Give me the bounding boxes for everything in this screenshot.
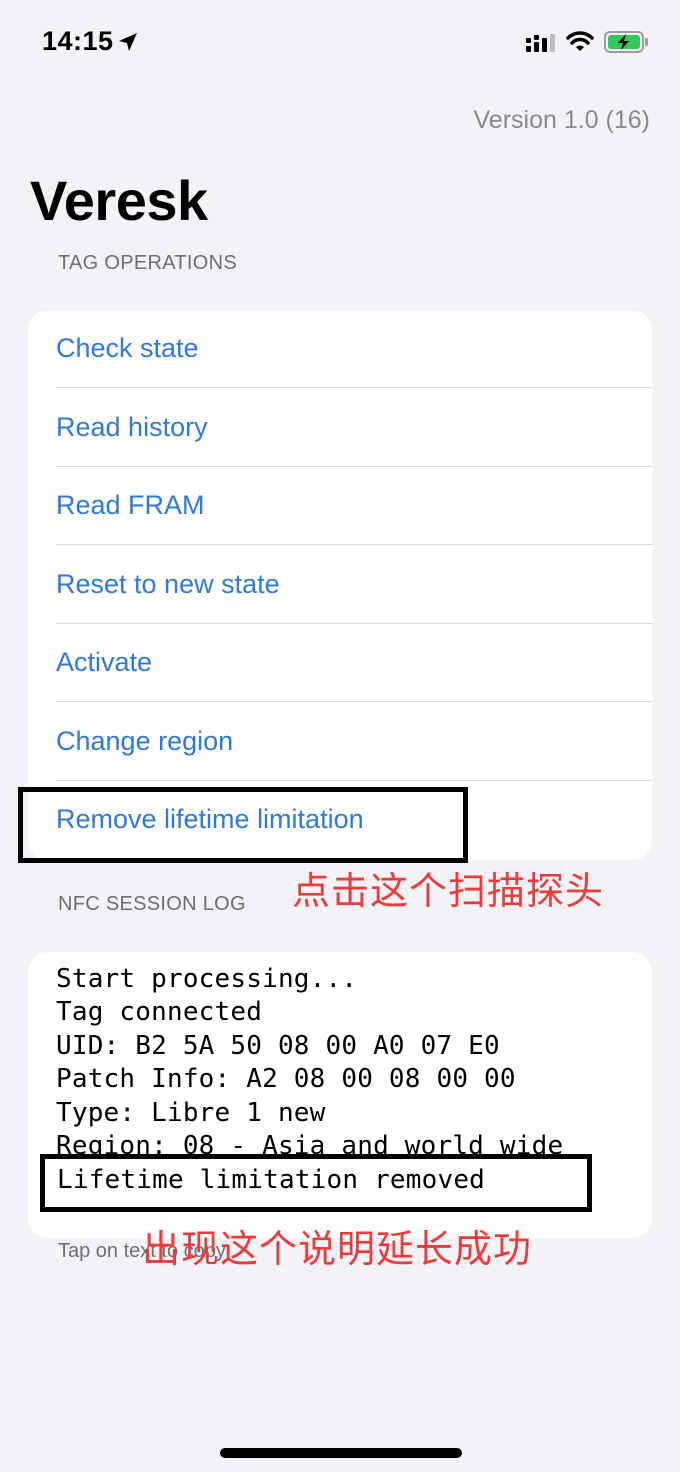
change-region-button[interactable]: Change region	[28, 703, 652, 781]
log-line: Type: Libre 1 new	[56, 1098, 326, 1128]
reset-to-new-state-label: Reset to new state	[56, 569, 280, 599]
check-state-button[interactable]: Check state	[28, 310, 652, 388]
wifi-icon	[566, 31, 594, 51]
annotation-highlight-box	[18, 787, 468, 863]
reset-to-new-state-button[interactable]: Reset to new state	[28, 546, 652, 624]
read-fram-button[interactable]: Read FRAM	[28, 467, 652, 545]
log-line-lifetime-removed: Lifetime limitation removed	[57, 1165, 486, 1195]
log-line: Patch Info: A2 08 00 08 00 00	[56, 1064, 516, 1094]
check-state-label: Check state	[56, 333, 199, 363]
read-history-label: Read history	[56, 412, 208, 442]
activate-label: Activate	[56, 647, 153, 677]
activate-button[interactable]: Activate	[28, 624, 652, 702]
annotation-tap-probe: 点击这个扫描探头	[292, 871, 605, 913]
section-header-tag-operations: TAG OPERATIONS	[58, 252, 238, 274]
log-line: UID: B2 5A 50 08 00 A0 07 E0	[56, 1031, 500, 1061]
divider	[56, 544, 652, 545]
home-indicator[interactable]	[220, 1448, 462, 1458]
change-region-label: Change region	[56, 726, 234, 756]
cellular-signal-icon	[526, 34, 555, 52]
divider	[56, 387, 652, 388]
location-arrow-icon	[119, 33, 137, 51]
log-line: Tag connected	[56, 997, 263, 1027]
status-time: 14:15	[42, 26, 114, 56]
annotation-highlight-box: Lifetime limitation removed	[40, 1154, 592, 1212]
page-title: Veresk	[30, 169, 208, 232]
annotation-success-note: 出现这个说明延长成功	[142, 1229, 533, 1271]
log-line: Start processing...	[56, 964, 358, 994]
battery-charging-icon	[604, 31, 648, 53]
read-history-button[interactable]: Read history	[28, 389, 652, 467]
app-version: Version 1.0 (16)	[473, 106, 651, 134]
divider	[56, 701, 652, 702]
section-header-nfc-session-log: NFC SESSION LOG	[58, 893, 246, 915]
read-fram-label: Read FRAM	[56, 490, 205, 520]
status-bar: 14:15	[0, 0, 680, 88]
tag-operations-list: Check state Read history Read FRAM Reset…	[28, 310, 652, 860]
